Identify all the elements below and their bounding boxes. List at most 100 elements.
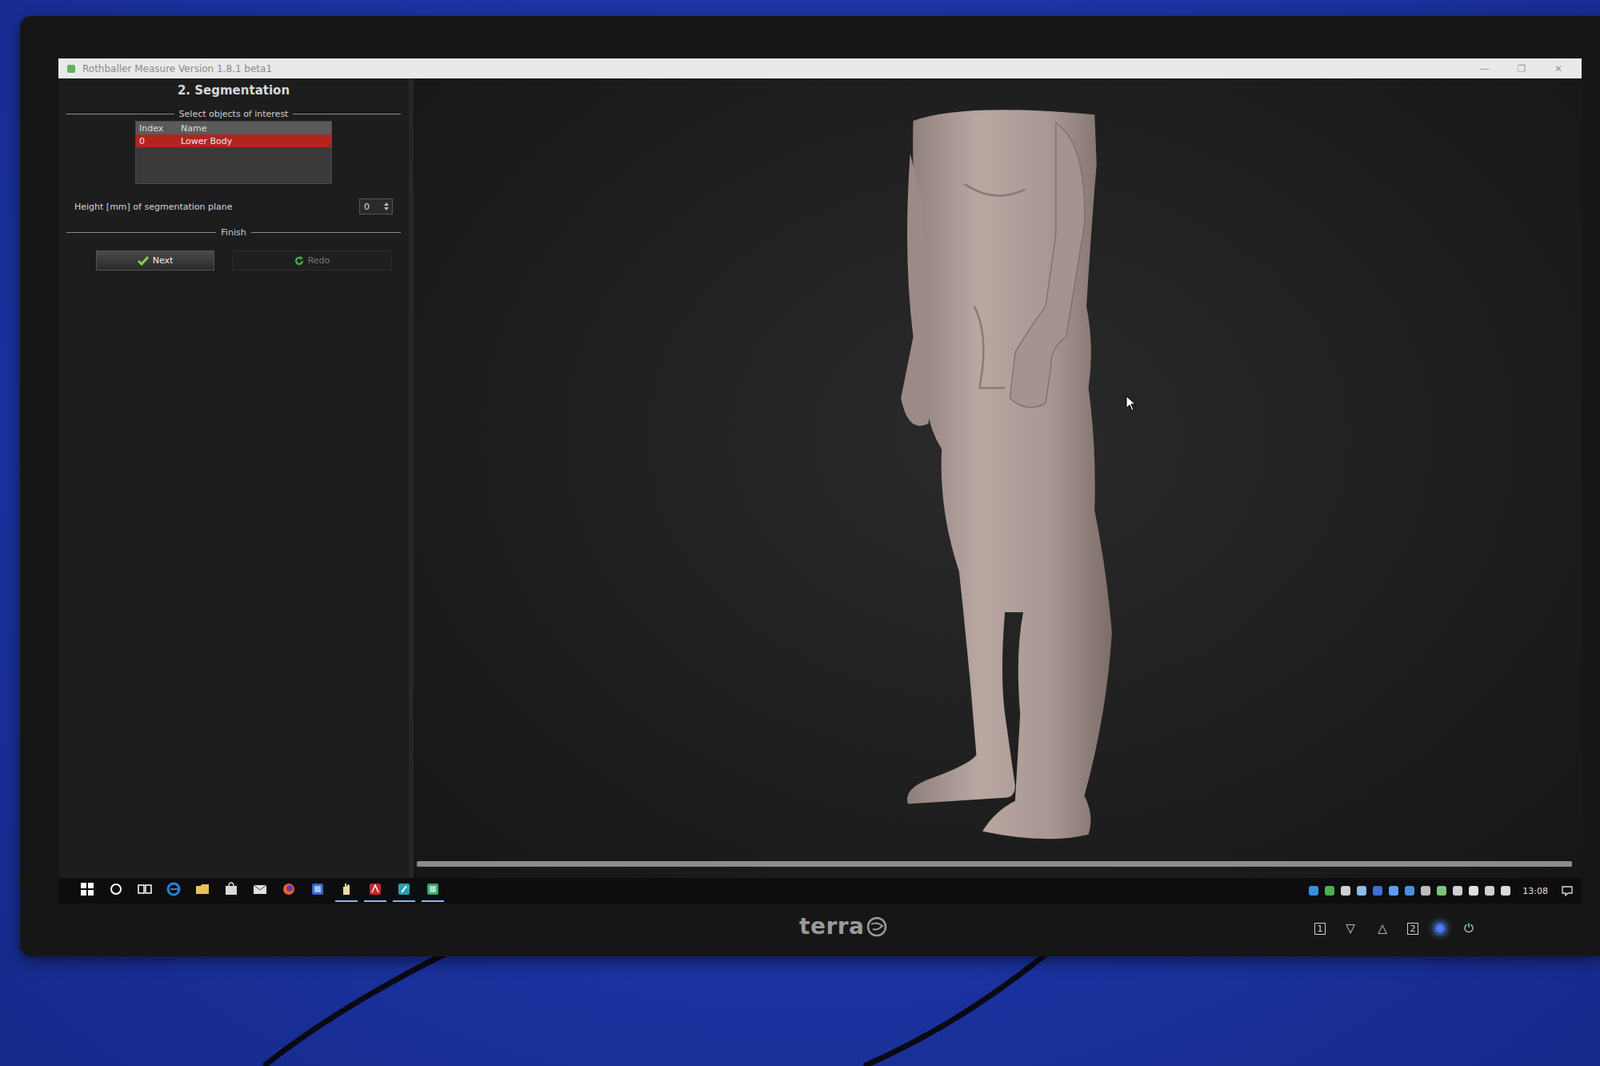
- start-icon: [79, 880, 96, 897]
- monitor-chin: terra 1 ▽ △ 2 ⏻: [58, 903, 1582, 956]
- model-canvas[interactable]: [413, 78, 1582, 861]
- tray-icon[interactable]: [1356, 884, 1368, 896]
- power-led: [1436, 924, 1444, 932]
- finish-section: Finish: [66, 227, 401, 238]
- tray-icon[interactable]: [1308, 884, 1320, 896]
- start-taskbar-button[interactable]: [76, 878, 99, 903]
- button-label: Redo: [308, 255, 331, 266]
- folder-taskbar-button[interactable]: [191, 878, 214, 903]
- running-indicator: [76, 877, 99, 902]
- running-indicator: [133, 877, 156, 902]
- tray-icon[interactable]: [1452, 884, 1464, 896]
- tray-icon[interactable]: [1372, 884, 1384, 896]
- redo-icon: [294, 256, 304, 266]
- running-indicator: [104, 877, 128, 902]
- app-icon: [66, 64, 76, 74]
- redo-button[interactable]: Redo: [232, 250, 392, 271]
- measure-taskbar-button[interactable]: [421, 878, 444, 903]
- notification-icon: [1560, 884, 1574, 897]
- divider-line: [292, 113, 401, 115]
- search-taskbar-button[interactable]: [104, 878, 128, 903]
- brand-name: terra: [799, 912, 864, 940]
- button-row: Next Redo: [66, 237, 401, 271]
- running-indicator: [220, 877, 243, 902]
- running-indicator: [392, 877, 416, 902]
- finish-section-label: Finish: [220, 227, 246, 238]
- table-header: IndexName: [136, 121, 332, 135]
- folder-icon: [194, 880, 211, 897]
- running-indicator: [335, 877, 358, 902]
- next-button[interactable]: Next: [96, 250, 215, 271]
- running-indicator: [306, 877, 329, 902]
- window-control[interactable]: —: [1469, 63, 1500, 75]
- step-heading: 2. Segmentation: [66, 81, 401, 109]
- monitor-buttons: 1 ▽ △ 2 ⏻: [1314, 920, 1476, 936]
- globe-icon: [866, 916, 888, 937]
- firefox-icon: [280, 880, 297, 897]
- divider-line: [251, 232, 401, 233]
- tray-icon[interactable]: [1468, 884, 1480, 896]
- acrobat-icon: [367, 880, 384, 897]
- objects-section-label: Select objects of interest: [179, 108, 289, 120]
- objects-section: Select objects of interest: [66, 108, 401, 120]
- settings-panel: 2. SegmentationSelect objects of interes…: [58, 78, 414, 878]
- store-icon: [223, 880, 240, 897]
- mail-taskbar-button[interactable]: [248, 878, 272, 903]
- mail-icon: [252, 880, 268, 897]
- running-indicator: [421, 877, 444, 902]
- running-indicator: [248, 877, 272, 902]
- acrobat-taskbar-button[interactable]: [364, 878, 387, 903]
- tray-icon[interactable]: [1420, 884, 1432, 896]
- search-icon: [108, 880, 124, 897]
- pen-taskbar-button[interactable]: [392, 878, 416, 903]
- table-row[interactable]: 0Lower Body: [136, 134, 332, 148]
- window-control[interactable]: ✕: [1543, 63, 1574, 75]
- tray-icon[interactable]: [1436, 884, 1448, 896]
- viewport-progress-bar: [416, 860, 1572, 867]
- height-row: Height [mm] of segmentation plane 0: [66, 184, 401, 228]
- height-value: 0: [364, 201, 370, 212]
- edge-taskbar-button[interactable]: [162, 878, 185, 903]
- check-icon: [137, 256, 149, 266]
- edge-icon: [165, 880, 182, 897]
- window-title: Rothballer Measure Version 1.8.1 beta1: [82, 63, 1464, 75]
- monitor-button[interactable]: △: [1375, 920, 1390, 936]
- measure-icon: [424, 880, 441, 897]
- generic-taskbar-button[interactable]: [306, 878, 329, 903]
- taskview-icon: [136, 880, 153, 897]
- height-label: Height [mm] of segmentation plane: [74, 201, 360, 212]
- monitor-button[interactable]: ▽: [1343, 920, 1358, 936]
- tray-icon[interactable]: [1404, 884, 1416, 896]
- body-model-image: [892, 96, 1128, 852]
- window-control[interactable]: ❐: [1506, 63, 1537, 75]
- clock[interactable]: 13:08: [1516, 885, 1556, 896]
- hand-icon: [338, 880, 355, 897]
- tray-icon[interactable]: [1324, 884, 1336, 896]
- table-cell: 0: [136, 136, 181, 147]
- generic-icon: [309, 880, 326, 897]
- monitor: Rothballer Measure Version 1.8.1 beta1 — ❐…: [20, 16, 1600, 956]
- firefox-taskbar-button[interactable]: [277, 878, 300, 903]
- monitor-button[interactable]: 1: [1314, 922, 1326, 935]
- screen: Rothballer Measure Version 1.8.1 beta1 — ❐…: [58, 58, 1582, 904]
- spin-arrows-icon: [383, 200, 390, 212]
- 3d-viewport[interactable]: [413, 78, 1582, 878]
- hand-taskbar-button[interactable]: [335, 878, 358, 903]
- tray-icon[interactable]: [1340, 884, 1352, 896]
- column-header[interactable]: Index: [136, 123, 181, 134]
- column-header[interactable]: Name: [180, 123, 207, 134]
- running-indicator: [364, 877, 387, 902]
- button-label: Next: [152, 255, 174, 266]
- tray-icon[interactable]: [1500, 884, 1512, 896]
- monitor-button[interactable]: ⏻: [1461, 920, 1476, 936]
- tray-icon[interactable]: [1484, 884, 1496, 896]
- store-taskbar-button[interactable]: [220, 878, 243, 903]
- height-spinbox[interactable]: 0: [359, 198, 393, 215]
- running-indicator: [277, 877, 300, 902]
- taskview-taskbar-button[interactable]: [133, 878, 156, 903]
- tray-icon[interactable]: [1388, 884, 1400, 896]
- monitor-button[interactable]: 2: [1407, 922, 1419, 935]
- running-indicator: [191, 877, 214, 902]
- running-indicator: [162, 877, 185, 902]
- divider-line: [66, 113, 175, 115]
